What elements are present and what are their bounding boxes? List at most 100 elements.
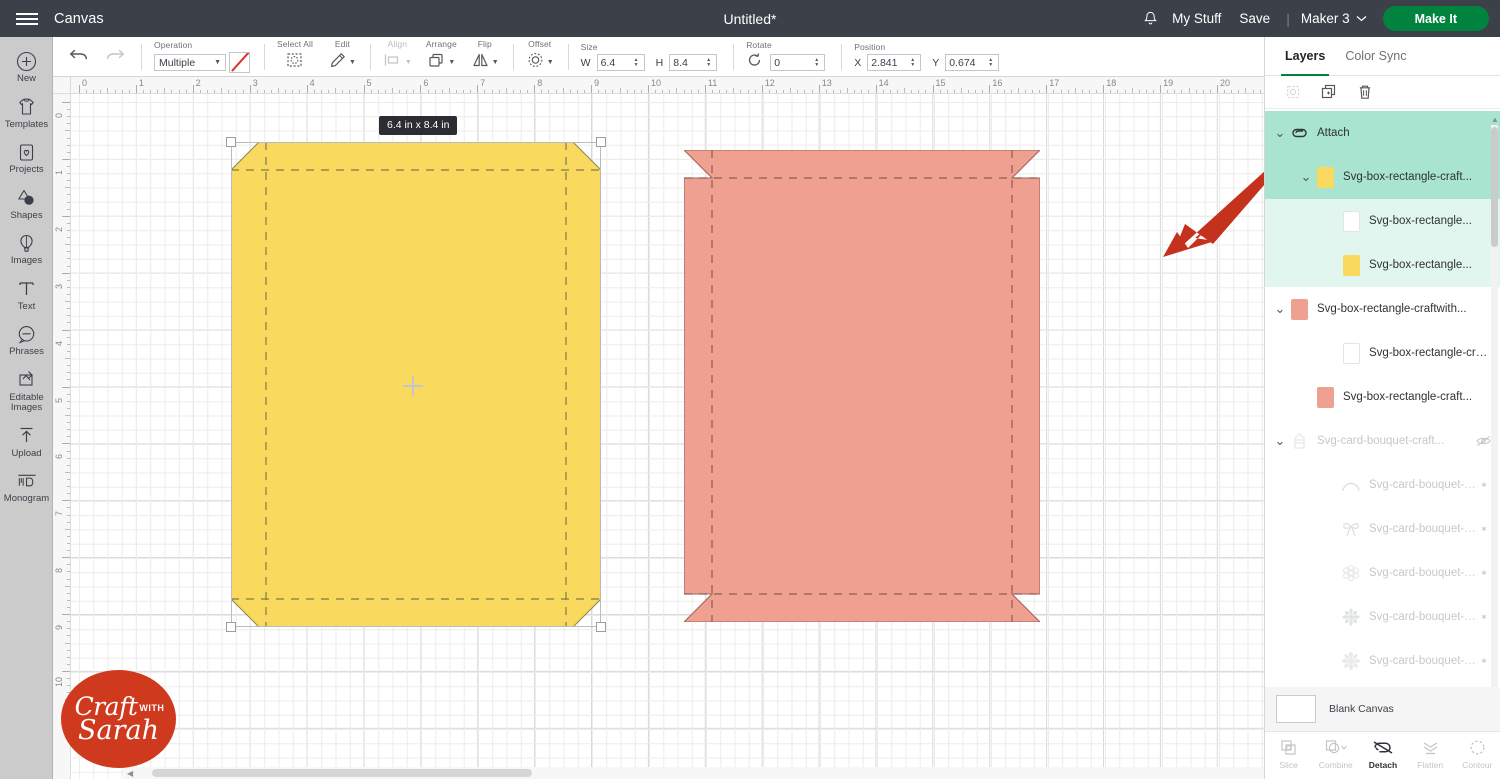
layer-color-swatch[interactable] — [1342, 254, 1360, 276]
contour-button[interactable]: Contour — [1454, 737, 1500, 770]
layer-color-swatch[interactable] — [1316, 166, 1334, 188]
position-x-stepper[interactable]: ▲ ▼ — [908, 57, 917, 68]
layer-row[interactable]: Svg-box-rectangle-craft... — [1265, 331, 1500, 375]
position-x-input[interactable]: 2.841 ▲ ▼ — [867, 54, 922, 71]
layer-row[interactable]: ⌄ Attach — [1265, 111, 1500, 155]
group-icon[interactable] — [1283, 83, 1302, 102]
ruler-subtick — [67, 592, 70, 594]
layer-row[interactable]: Svg-box-rectangle-craft... — [1265, 375, 1500, 419]
canvas-grid[interactable]: 6.4 in x 8.4 in — [71, 94, 1264, 779]
resize-handle-top-right[interactable] — [596, 137, 606, 147]
hamburger-menu-icon[interactable] — [0, 0, 54, 37]
chevron-down-icon[interactable]: ⌄ — [1273, 301, 1287, 317]
undo-arrow-icon[interactable] — [69, 46, 90, 68]
make-it-button[interactable]: Make It — [1382, 6, 1489, 31]
canvas-color-swatch[interactable] — [1276, 695, 1316, 723]
tab-color-sync[interactable]: Color Sync — [1335, 37, 1416, 75]
combine-button[interactable]: Combine — [1313, 737, 1359, 770]
ruler-subtick — [271, 90, 273, 93]
rotate-input[interactable]: 0 ▲ ▼ — [770, 54, 826, 71]
layer-row[interactable]: ⌄ Svg-card-bouquet-craft... — [1265, 419, 1500, 463]
layer-operation-dot[interactable]: ✶ — [1477, 656, 1491, 667]
rotate-stepper[interactable]: ▲ ▼ — [812, 57, 821, 68]
chevron-down-icon[interactable]: ⌄ — [1299, 169, 1313, 185]
position-y-stepper[interactable]: ▲ ▼ — [986, 57, 995, 68]
sidebar-item-images[interactable]: Images — [0, 225, 53, 271]
layer-operation-dot[interactable]: ✶ — [1477, 612, 1491, 623]
layer-row[interactable]: Svg-box-rectangle... — [1265, 199, 1500, 243]
ruler-subtick — [299, 90, 301, 93]
sidebar-item-new[interactable]: New — [0, 43, 53, 89]
sidebar-item-upload[interactable]: Upload — [0, 418, 53, 464]
layer-row[interactable]: Svg-card-bouquet-c... ✶ — [1265, 551, 1500, 595]
scroll-up-arrow-icon[interactable]: ▲ — [1491, 115, 1499, 124]
layer-row[interactable]: ⌄ Svg-box-rectangle-craft... — [1265, 155, 1500, 199]
height-stepper[interactable]: ▲ ▼ — [704, 57, 713, 68]
ruler-subtick — [391, 88, 393, 93]
rotate-icon[interactable] — [746, 52, 763, 73]
marquee-select-icon[interactable] — [285, 51, 304, 74]
resize-handle-bottom-right[interactable] — [596, 622, 606, 632]
my-stuff-link[interactable]: My Stuff — [1163, 11, 1230, 26]
layer-row[interactable]: Svg-card-bouquet-c... ✶ — [1265, 507, 1500, 551]
height-input[interactable]: 8.4 ▲ ▼ — [669, 54, 718, 71]
arrange-button[interactable]: ▼ — [427, 51, 455, 74]
chevron-down-icon[interactable]: ⌄ — [1273, 125, 1287, 141]
resize-handle-bottom-left[interactable] — [226, 622, 236, 632]
operation-dropdown[interactable]: Multiple ▼ — [154, 54, 226, 71]
ruler-subtick — [67, 265, 70, 267]
width-stepper[interactable]: ▲ ▼ — [632, 57, 641, 68]
design-canvas[interactable]: 0 1 2 3 4 5 6 7 8 9 10 11 12 13 14 15 16 17 18 19 20 0123456… — [53, 77, 1264, 779]
eye-slash-icon[interactable] — [1475, 435, 1491, 447]
line-color-swatch[interactable] — [229, 52, 250, 73]
sidebar-item-shapes[interactable]: Shapes — [0, 180, 53, 226]
tab-layers[interactable]: Layers — [1275, 37, 1335, 76]
align-button[interactable]: ▼ — [383, 51, 412, 74]
layer-color-swatch[interactable] — [1342, 342, 1360, 364]
trash-icon[interactable] — [1355, 83, 1374, 102]
save-button[interactable]: Save — [1230, 11, 1279, 26]
flip-button[interactable]: ▼ — [471, 51, 499, 74]
ruler-tick — [62, 158, 70, 160]
redo-arrow-icon[interactable] — [104, 46, 125, 68]
sidebar-item-projects[interactable]: Projects — [0, 134, 53, 180]
slice-button[interactable]: Slice — [1266, 737, 1312, 770]
blank-canvas-row[interactable]: Blank Canvas — [1265, 687, 1500, 731]
layer-row[interactable]: Svg-card-bouquet-c... ✶ — [1265, 639, 1500, 683]
layer-operation-dot[interactable]: ✶ — [1477, 480, 1491, 491]
scrollbar-thumb[interactable] — [1491, 127, 1498, 247]
ruler-subtick — [384, 90, 386, 93]
detach-button[interactable]: Detach — [1360, 737, 1406, 770]
layer-color-swatch[interactable] — [1290, 298, 1308, 320]
layer-row[interactable]: Svg-box-rectangle... — [1265, 243, 1500, 287]
layer-color-swatch[interactable] — [1316, 386, 1334, 408]
horizontal-scroll-thumb[interactable] — [152, 769, 532, 777]
position-y-input[interactable]: 0.674 ▲ ▼ — [945, 54, 1000, 71]
sidebar-item-templates[interactable]: Templates — [0, 89, 53, 135]
layers-list[interactable]: ⌄ Attach ⌄ Svg-box-rectangle-craft... Svg-bo… — [1265, 111, 1500, 739]
edit-button[interactable]: ▼ — [329, 51, 356, 74]
layer-operation-dot[interactable]: ✶ — [1477, 524, 1491, 535]
duplicate-icon[interactable] — [1319, 83, 1338, 102]
sidebar-item-text[interactable]: Text — [0, 271, 53, 317]
width-input[interactable]: 6.4 ▲ ▼ — [596, 54, 645, 71]
ruler-subtick — [67, 514, 70, 516]
red-box-shape[interactable] — [684, 150, 1040, 622]
scroll-left-arrow-icon[interactable]: ◀ — [127, 769, 133, 778]
layer-operation-dot[interactable]: ✶ — [1477, 568, 1491, 579]
offset-button[interactable]: ▼ — [526, 51, 554, 74]
layer-row[interactable]: Svg-card-bouquet-c... ✶ — [1265, 595, 1500, 639]
layer-row[interactable]: Svg-card-bouquet-c... ✶ — [1265, 463, 1500, 507]
layers-scrollbar[interactable]: ▲ ▼ — [1491, 115, 1499, 725]
machine-selector[interactable]: Maker 3 — [1297, 11, 1375, 26]
layer-row[interactable]: ⌄ Svg-box-rectangle-craftwith... — [1265, 287, 1500, 331]
sidebar-item-monogram[interactable]: Monogram — [0, 463, 53, 509]
notification-bell-icon[interactable] — [1137, 0, 1163, 37]
sidebar-item-editable-images[interactable]: Editable Images — [0, 362, 53, 418]
chevron-down-icon[interactable]: ⌄ — [1273, 433, 1287, 449]
flatten-button[interactable]: Flatten — [1407, 737, 1453, 770]
resize-handle-top-left[interactable] — [226, 137, 236, 147]
horizontal-scrollbar[interactable]: ◀ ▶ — [124, 767, 1264, 779]
sidebar-item-phrases[interactable]: Phrases — [0, 316, 53, 362]
layer-color-swatch[interactable] — [1342, 210, 1360, 232]
